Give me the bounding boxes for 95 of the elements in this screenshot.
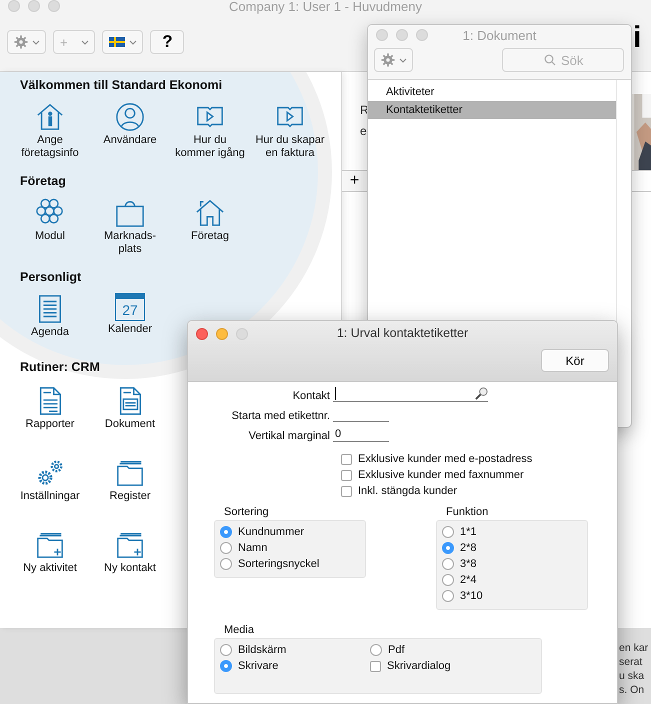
radio-label: 2*4: [460, 574, 477, 586]
list-item[interactable]: Aktiviteter: [368, 83, 616, 101]
radio-label: Pdf: [388, 644, 405, 656]
menu-item-label[interactable]: Ange företagsinfo: [21, 134, 79, 160]
menu-item-label[interactable]: Hur du kommer igång: [175, 134, 245, 160]
radio-button[interactable]: [442, 590, 454, 602]
radio-label: 3*10: [460, 590, 483, 602]
menu-item-label[interactable]: Register: [110, 490, 150, 503]
calendar-day: 27: [122, 302, 138, 318]
text-fragment: e: [360, 124, 367, 138]
section-heading: Personligt: [20, 270, 82, 286]
caret-icon: [129, 40, 137, 44]
folder-add-icon[interactable]: [35, 530, 65, 560]
window-title: 1: Urval kontaktetiketter: [336, 326, 468, 340]
checkbox[interactable]: [341, 454, 352, 464]
text-line: u ska: [619, 669, 646, 683]
menu-item-label[interactable]: Modul: [35, 230, 65, 243]
radio-button[interactable]: [442, 574, 454, 586]
language-button[interactable]: [102, 30, 143, 54]
radio-button[interactable]: [220, 644, 232, 656]
section-heading: Välkommen till Standard Ekonomi: [20, 78, 222, 94]
radio-button[interactable]: [220, 542, 232, 554]
text-line: en kar: [619, 641, 648, 655]
checkbox-label: Skrivardialog: [387, 660, 451, 672]
checkbox-label: Inkl. stängda kunder: [358, 485, 458, 497]
menu-item-label[interactable]: Användare: [103, 134, 157, 147]
radio-label: Skrivare: [238, 660, 278, 672]
group-title: Funktion: [445, 506, 490, 518]
logo-text: i: [633, 22, 642, 54]
input-field[interactable]: 0: [333, 426, 389, 442]
checkbox[interactable]: [370, 660, 381, 672]
radio-button[interactable]: [220, 526, 232, 538]
run-button[interactable]: Kör: [541, 349, 609, 372]
gear-icon: [381, 53, 395, 67]
checkbox[interactable]: [341, 486, 352, 496]
window-title: 1: Dokument: [462, 28, 536, 43]
radio-button[interactable]: [442, 542, 454, 554]
caret-icon: [32, 40, 40, 44]
input-field[interactable]: [333, 386, 488, 402]
radio-label: Bildskärm: [238, 644, 286, 656]
radio-label: 2*8: [460, 542, 477, 554]
folder-icon[interactable]: [115, 458, 145, 488]
menu-item-label[interactable]: Dokument: [104, 418, 156, 431]
menu-item-label[interactable]: Rapporter: [26, 418, 74, 431]
menu-item-label[interactable]: Företag: [191, 230, 229, 243]
radio-label: Kundnummer: [238, 526, 304, 538]
radio-label: 1*1: [460, 526, 477, 538]
checkbox-label: Exklusive kunder med faxnummer: [358, 469, 524, 481]
caret-icon: [81, 40, 89, 44]
search-icon: [544, 54, 556, 66]
list-item[interactable]: Kontaktetiketter: [368, 101, 616, 119]
field-label: Vertikal marginal: [248, 430, 331, 442]
menu-item-label[interactable]: Agenda: [31, 326, 69, 339]
field-label: Starta med etikettnr.: [230, 410, 331, 422]
radio-button[interactable]: [370, 644, 382, 656]
caret-icon: [399, 58, 407, 62]
folder-add-icon[interactable]: [115, 530, 145, 560]
text-line: serat: [619, 655, 644, 669]
radio-label: Sorteringsnyckel: [238, 558, 320, 570]
user-icon[interactable]: [115, 102, 145, 132]
house-icon[interactable]: [195, 198, 225, 228]
radio-label: Namn: [238, 542, 268, 554]
info-icon[interactable]: [35, 102, 65, 132]
field-label: Kontakt: [292, 390, 331, 402]
search-field[interactable]: Sök: [502, 48, 624, 72]
gear-icon: [14, 35, 28, 49]
calendar-icon[interactable]: 27: [115, 293, 145, 321]
menu-item-label[interactable]: Marknads- plats: [104, 230, 156, 256]
text-line: s. On: [619, 683, 646, 697]
menu-item-label[interactable]: Ny aktivitet: [23, 562, 77, 575]
section-heading: Rutiner: CRM: [20, 360, 100, 376]
radio-label: 3*8: [460, 558, 477, 570]
settings-button[interactable]: [374, 48, 413, 72]
search-icon[interactable]: [475, 387, 488, 400]
bag-icon[interactable]: [115, 198, 145, 228]
radio-button[interactable]: [220, 558, 232, 570]
radio-button[interactable]: [442, 558, 454, 570]
flag-icon: [109, 37, 125, 47]
section-heading: Företag: [20, 174, 66, 190]
close-button[interactable]: [196, 328, 208, 340]
window-title: Company 1: User 1 - Huvudmeny: [229, 0, 422, 13]
minimize-button[interactable]: [216, 328, 228, 340]
settings-button[interactable]: [7, 30, 46, 54]
checkbox[interactable]: [341, 470, 352, 480]
menu-item-label[interactable]: Inställningar: [20, 490, 80, 503]
checkbox-label: Exklusive kunder med e-postadress: [358, 453, 532, 465]
menu-item-label[interactable]: Kalender: [108, 323, 152, 336]
add-button[interactable]: +: [342, 171, 368, 191]
radio-button[interactable]: [220, 660, 232, 672]
group-title: Sortering: [223, 506, 270, 518]
menu-item-label[interactable]: Ny kontakt: [104, 562, 156, 575]
radio-button[interactable]: [442, 526, 454, 538]
menu-item-label[interactable]: Hur du skapar en faktura: [255, 134, 325, 160]
group-title: Media: [223, 624, 255, 636]
help-button[interactable]: ?: [150, 30, 184, 54]
